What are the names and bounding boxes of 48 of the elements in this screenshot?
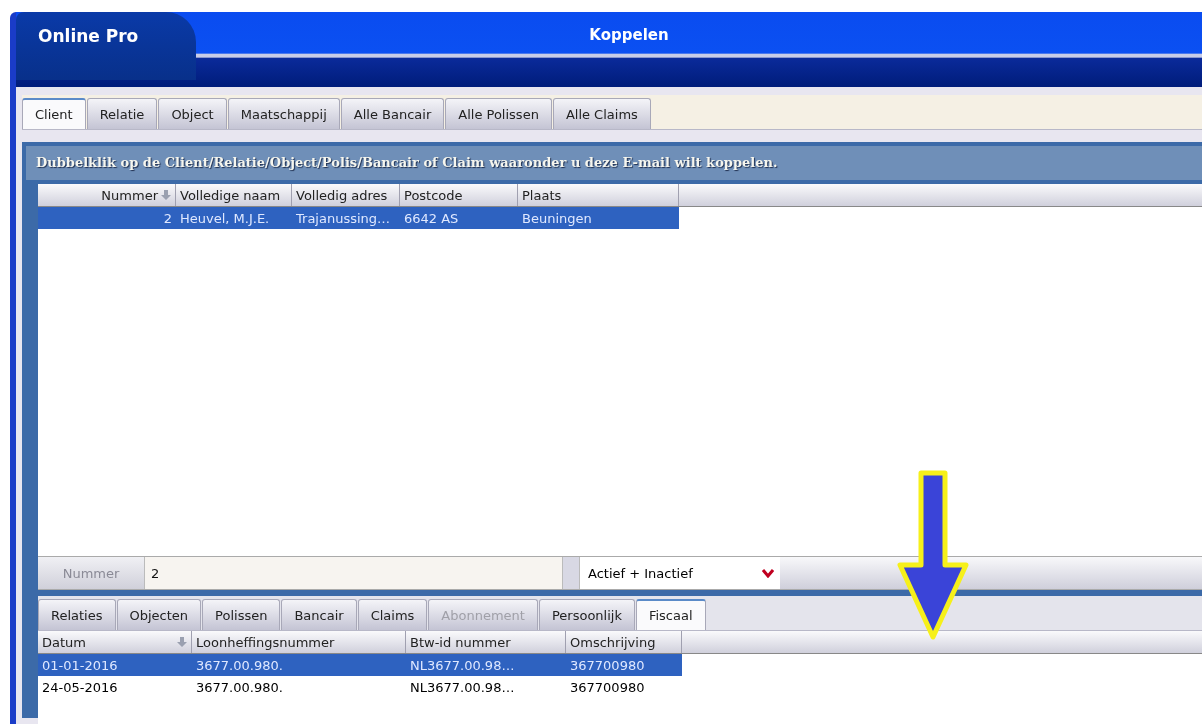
tab[interactable]: Relatie [86, 98, 158, 129]
tab[interactable]: Alle Polissen [445, 98, 552, 129]
number-field[interactable]: 2 [144, 557, 562, 589]
tab[interactable]: Alle Bancair [340, 98, 445, 129]
tab[interactable]: Fiscaal [635, 599, 706, 630]
column-header[interactable]: Postcode [400, 184, 518, 206]
table-cell-text: 3677.00.980. [195, 657, 284, 673]
table-row[interactable]: 24-05-2016 3677.00.980. NL3677.00.98… 367700980 [38, 676, 682, 698]
table-cell-text: Heuvel, M.J.E. [179, 210, 271, 226]
table-cell-text: 2 [162, 210, 173, 226]
tab[interactable]: Objecten [116, 599, 202, 630]
tab[interactable]: Bancair [281, 599, 357, 630]
table-cell-text: NL3677.00.98… [409, 679, 516, 695]
tab[interactable]: Client [22, 98, 86, 129]
window-title: Koppelen [588, 25, 670, 46]
tab[interactable]: Alle Claims [552, 98, 651, 129]
table-cell-text: Beuningen [521, 210, 593, 226]
table-cell-text: 24-05-2016 [41, 679, 119, 695]
table-cell-text: 6642 AS [403, 210, 460, 226]
table-cell-text: 3677.00.980. [195, 679, 284, 695]
table-cell-text: 01-01-2016 [41, 657, 119, 673]
table-cell-text: NL3677.00.98… [409, 657, 516, 673]
down-arrow-icon [897, 470, 969, 640]
column-header[interactable]: Volledig adres [292, 184, 400, 206]
table-row[interactable]: 01-01-2016 3677.00.980. NL3677.00.98… 367700980 [38, 654, 682, 676]
tab[interactable]: Object [158, 98, 227, 129]
tab[interactable]: Persoonlijk [538, 599, 635, 630]
column-header[interactable]: Btw-id nummer [406, 631, 566, 653]
tab[interactable]: Maatschappij [227, 98, 340, 129]
column-header[interactable]: Volledige naam [176, 184, 292, 206]
sort-arrow-icon [161, 190, 171, 200]
filter-label: Nummer [38, 557, 144, 589]
tab[interactable]: Claims [357, 599, 428, 630]
table-cell-text: Trajanussing… [295, 210, 392, 226]
instruction-bar: Dubbelklik op de Client/Relatie/Object/Polis/Bancair of Claim waaronder u deze E-mail wilt koppelen. [26, 146, 1202, 180]
column-header[interactable]: Datum [38, 631, 192, 653]
tab[interactable]: Relaties [38, 599, 116, 630]
table-cell-text: 367700980 [569, 679, 646, 695]
column-header[interactable]: Plaats [518, 184, 679, 206]
column-header[interactable]: Nummer [38, 184, 176, 206]
table-cell-text: 367700980 [569, 657, 646, 673]
chevron-down-icon [762, 568, 774, 578]
column-header[interactable]: Omschrijving [566, 631, 682, 653]
column-header[interactable]: Loonheffingsnummer [192, 631, 406, 653]
table-row[interactable]: 2 Heuvel, M.J.E. Trajanussing… 6642 AS Beuningen [38, 207, 679, 229]
sort-arrow-icon [177, 637, 187, 647]
tab[interactable]: Polissen [202, 599, 281, 630]
status-dropdown[interactable]: Actief + Inactief [580, 557, 780, 589]
